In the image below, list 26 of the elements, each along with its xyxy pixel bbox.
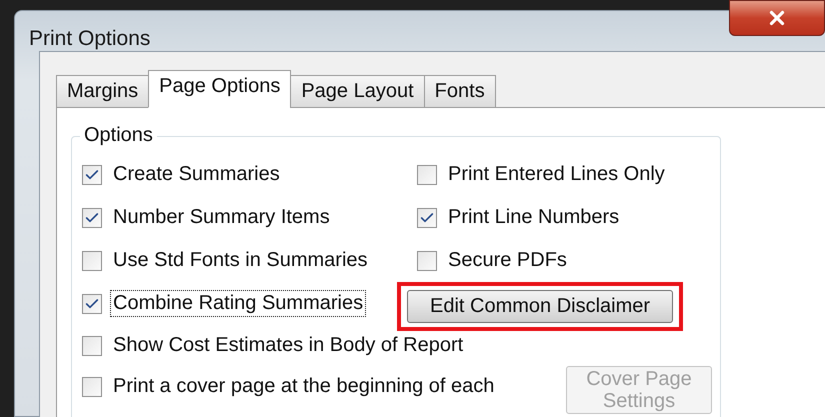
checkbox-label: Number Summary Items [112, 205, 331, 230]
tab[interactable]: Page Options [148, 70, 292, 108]
checkbox[interactable] [82, 336, 102, 356]
checkbox[interactable] [82, 250, 102, 270]
checkbox-label: Print Entered Lines Only [447, 162, 666, 187]
tab[interactable]: Margins [56, 75, 150, 108]
checkbox[interactable] [82, 164, 102, 184]
checkbox[interactable] [82, 294, 102, 314]
checkbox[interactable] [417, 250, 437, 270]
close-button[interactable] [729, 0, 825, 36]
tab[interactable]: Page Layout [290, 75, 425, 108]
checkbox-label: Print a cover page at the beginning of each [112, 374, 496, 399]
edit-disclaimer-button[interactable]: Edit Common Disclaimer [407, 290, 674, 323]
checkbox-label: Show Cost Estimates in Body of Report [112, 333, 464, 358]
checkbox-label: Use Std Fonts in Summaries [112, 248, 369, 273]
checkbox[interactable] [417, 208, 437, 228]
checkbox-label: Create Summaries [112, 162, 281, 187]
checkbox-label: Combine Rating Summaries [110, 290, 366, 317]
window-title: Print Options [29, 27, 150, 51]
checkbox[interactable] [82, 208, 102, 228]
group-title: Options [80, 124, 157, 147]
checkbox-label: Secure PDFs [447, 248, 568, 273]
tab[interactable]: Fonts [424, 75, 496, 108]
checkbox-label: Print Line Numbers [447, 205, 620, 230]
checkbox[interactable] [417, 164, 437, 184]
checkbox[interactable] [82, 376, 102, 396]
